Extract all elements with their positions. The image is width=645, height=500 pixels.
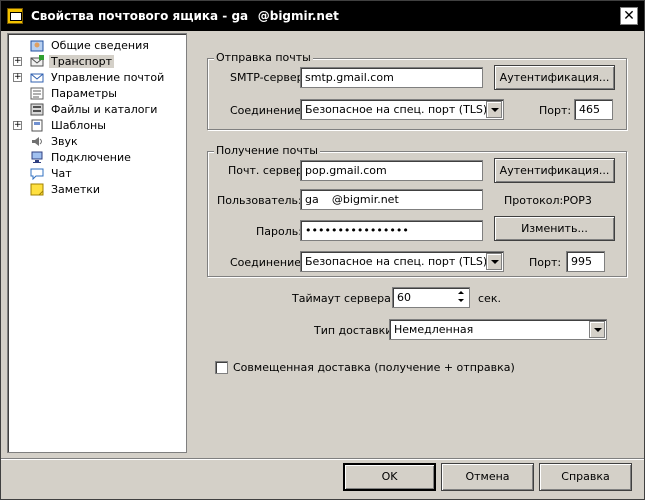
notes-icon — [30, 183, 44, 196]
cancel-button[interactable]: Отмена — [441, 463, 534, 491]
combined-delivery-label[interactable]: Совмещенная доставка (получение + отправ… — [233, 361, 515, 374]
parameters-icon — [30, 87, 44, 100]
tree-item-label: Файлы и каталоги — [51, 103, 158, 116]
receive-auth-button[interactable]: Аутентификация... — [494, 158, 615, 183]
send-group-title: Отправка почты — [214, 51, 313, 64]
user-card-icon — [30, 39, 44, 52]
tree-item-label: Звук — [51, 135, 78, 148]
tree-item-label: Параметры — [51, 87, 117, 100]
username-label: Пользователь: — [217, 194, 302, 207]
smtp-server-label: SMTP-сервер: — [230, 71, 308, 84]
receive-port-label: Порт: — [529, 256, 562, 269]
tree-item-label: Общие сведения — [51, 39, 149, 52]
timeout-label: Таймаут сервера: — [292, 292, 395, 305]
send-auth-button[interactable]: Аутентификация... — [494, 65, 615, 90]
combined-delivery-checkbox[interactable] — [215, 361, 228, 374]
mailbox-properties-dialog: Свойства почтового ящика - ga @bigmir.ne… — [0, 0, 645, 500]
expand-icon[interactable]: + — [13, 57, 22, 66]
transport-panel: Отправка почты SMTP-сервер: smtp.gmail.c… — [196, 33, 638, 453]
change-password-button[interactable]: Изменить... — [494, 216, 615, 241]
password-input[interactable]: •••••••••••••••• — [300, 220, 483, 241]
expand-icon[interactable]: + — [13, 121, 22, 130]
receive-connection-value: Безопасное на спец. порт (TLS) — [305, 255, 488, 268]
receive-port-input[interactable]: 995 — [566, 251, 605, 272]
window-title: Свойства почтового ящика - ga @bigmir.ne… — [31, 9, 339, 23]
protocol-label: Протокол: — [504, 194, 564, 207]
tree-item-label: Чат — [51, 167, 72, 180]
connection-icon — [30, 151, 44, 164]
username-input[interactable]: ga @bigmir.net — [300, 189, 483, 210]
chat-icon — [30, 167, 44, 181]
password-label: Пароль: — [256, 225, 302, 238]
spinner-arrows[interactable] — [455, 289, 468, 306]
chevron-down-icon[interactable] — [589, 321, 605, 338]
transport-icon — [30, 55, 44, 68]
receive-connection-label: Соединение: — [230, 256, 305, 269]
templates-icon — [30, 119, 44, 132]
spin-down-icon[interactable] — [455, 297, 468, 305]
timeout-spinner[interactable]: 60 — [392, 287, 470, 308]
send-port-input[interactable]: 465 — [574, 99, 613, 120]
chevron-down-icon[interactable] — [486, 101, 502, 118]
send-connection-select[interactable]: Безопасное на спец. порт (TLS) — [300, 99, 504, 120]
spin-up-icon[interactable] — [455, 289, 468, 297]
smtp-server-input[interactable]: smtp.gmail.com — [300, 67, 483, 88]
send-connection-value: Безопасное на спец. порт (TLS) — [305, 103, 488, 116]
send-mail-group: Отправка почты SMTP-сервер: smtp.gmail.c… — [207, 51, 627, 130]
sound-icon — [30, 135, 44, 148]
receive-mail-group: Получение почты Почт. сервер: pop.gmail.… — [207, 144, 627, 277]
timeout-value: 60 — [397, 291, 411, 304]
tree-item-label: Заметки — [51, 183, 101, 196]
mail-server-input[interactable]: pop.gmail.com — [300, 160, 483, 181]
title-bar[interactable]: Свойства почтового ящика - ga @bigmir.ne… — [1, 1, 644, 31]
delivery-type-select[interactable]: Немедленная — [389, 319, 607, 340]
app-icon — [7, 8, 23, 24]
mail-server-label: Почт. сервер: — [228, 164, 307, 177]
delivery-type-label: Тип доставки: — [314, 324, 397, 337]
receive-connection-select[interactable]: Безопасное на спец. порт (TLS) — [300, 251, 504, 272]
files-icon — [30, 103, 44, 116]
settings-tree[interactable]: Общие сведения + Транспорт + Управление почт… — [7, 33, 187, 453]
delivery-type-value: Немедленная — [394, 323, 474, 336]
mail-management-icon — [30, 71, 44, 84]
send-port-label: Порт: — [539, 104, 572, 117]
expand-icon[interactable]: + — [13, 73, 22, 82]
close-button[interactable]: ✕ — [620, 7, 638, 25]
tree-item-label: Управление почтой — [51, 71, 165, 84]
tree-item-label: Шаблоны — [51, 119, 106, 132]
tree-item-label: Транспорт — [49, 55, 114, 68]
receive-group-title: Получение почты — [214, 144, 320, 157]
chevron-down-icon[interactable] — [486, 253, 502, 270]
ok-button[interactable]: OK — [343, 463, 436, 491]
tree-item-label: Подключение — [51, 151, 131, 164]
send-connection-label: Соединение: — [230, 104, 305, 117]
button-divider — [1, 458, 644, 460]
help-button[interactable]: Справка — [539, 463, 632, 491]
protocol-value: POP3 — [563, 194, 592, 207]
timeout-unit: сек. — [478, 292, 501, 305]
